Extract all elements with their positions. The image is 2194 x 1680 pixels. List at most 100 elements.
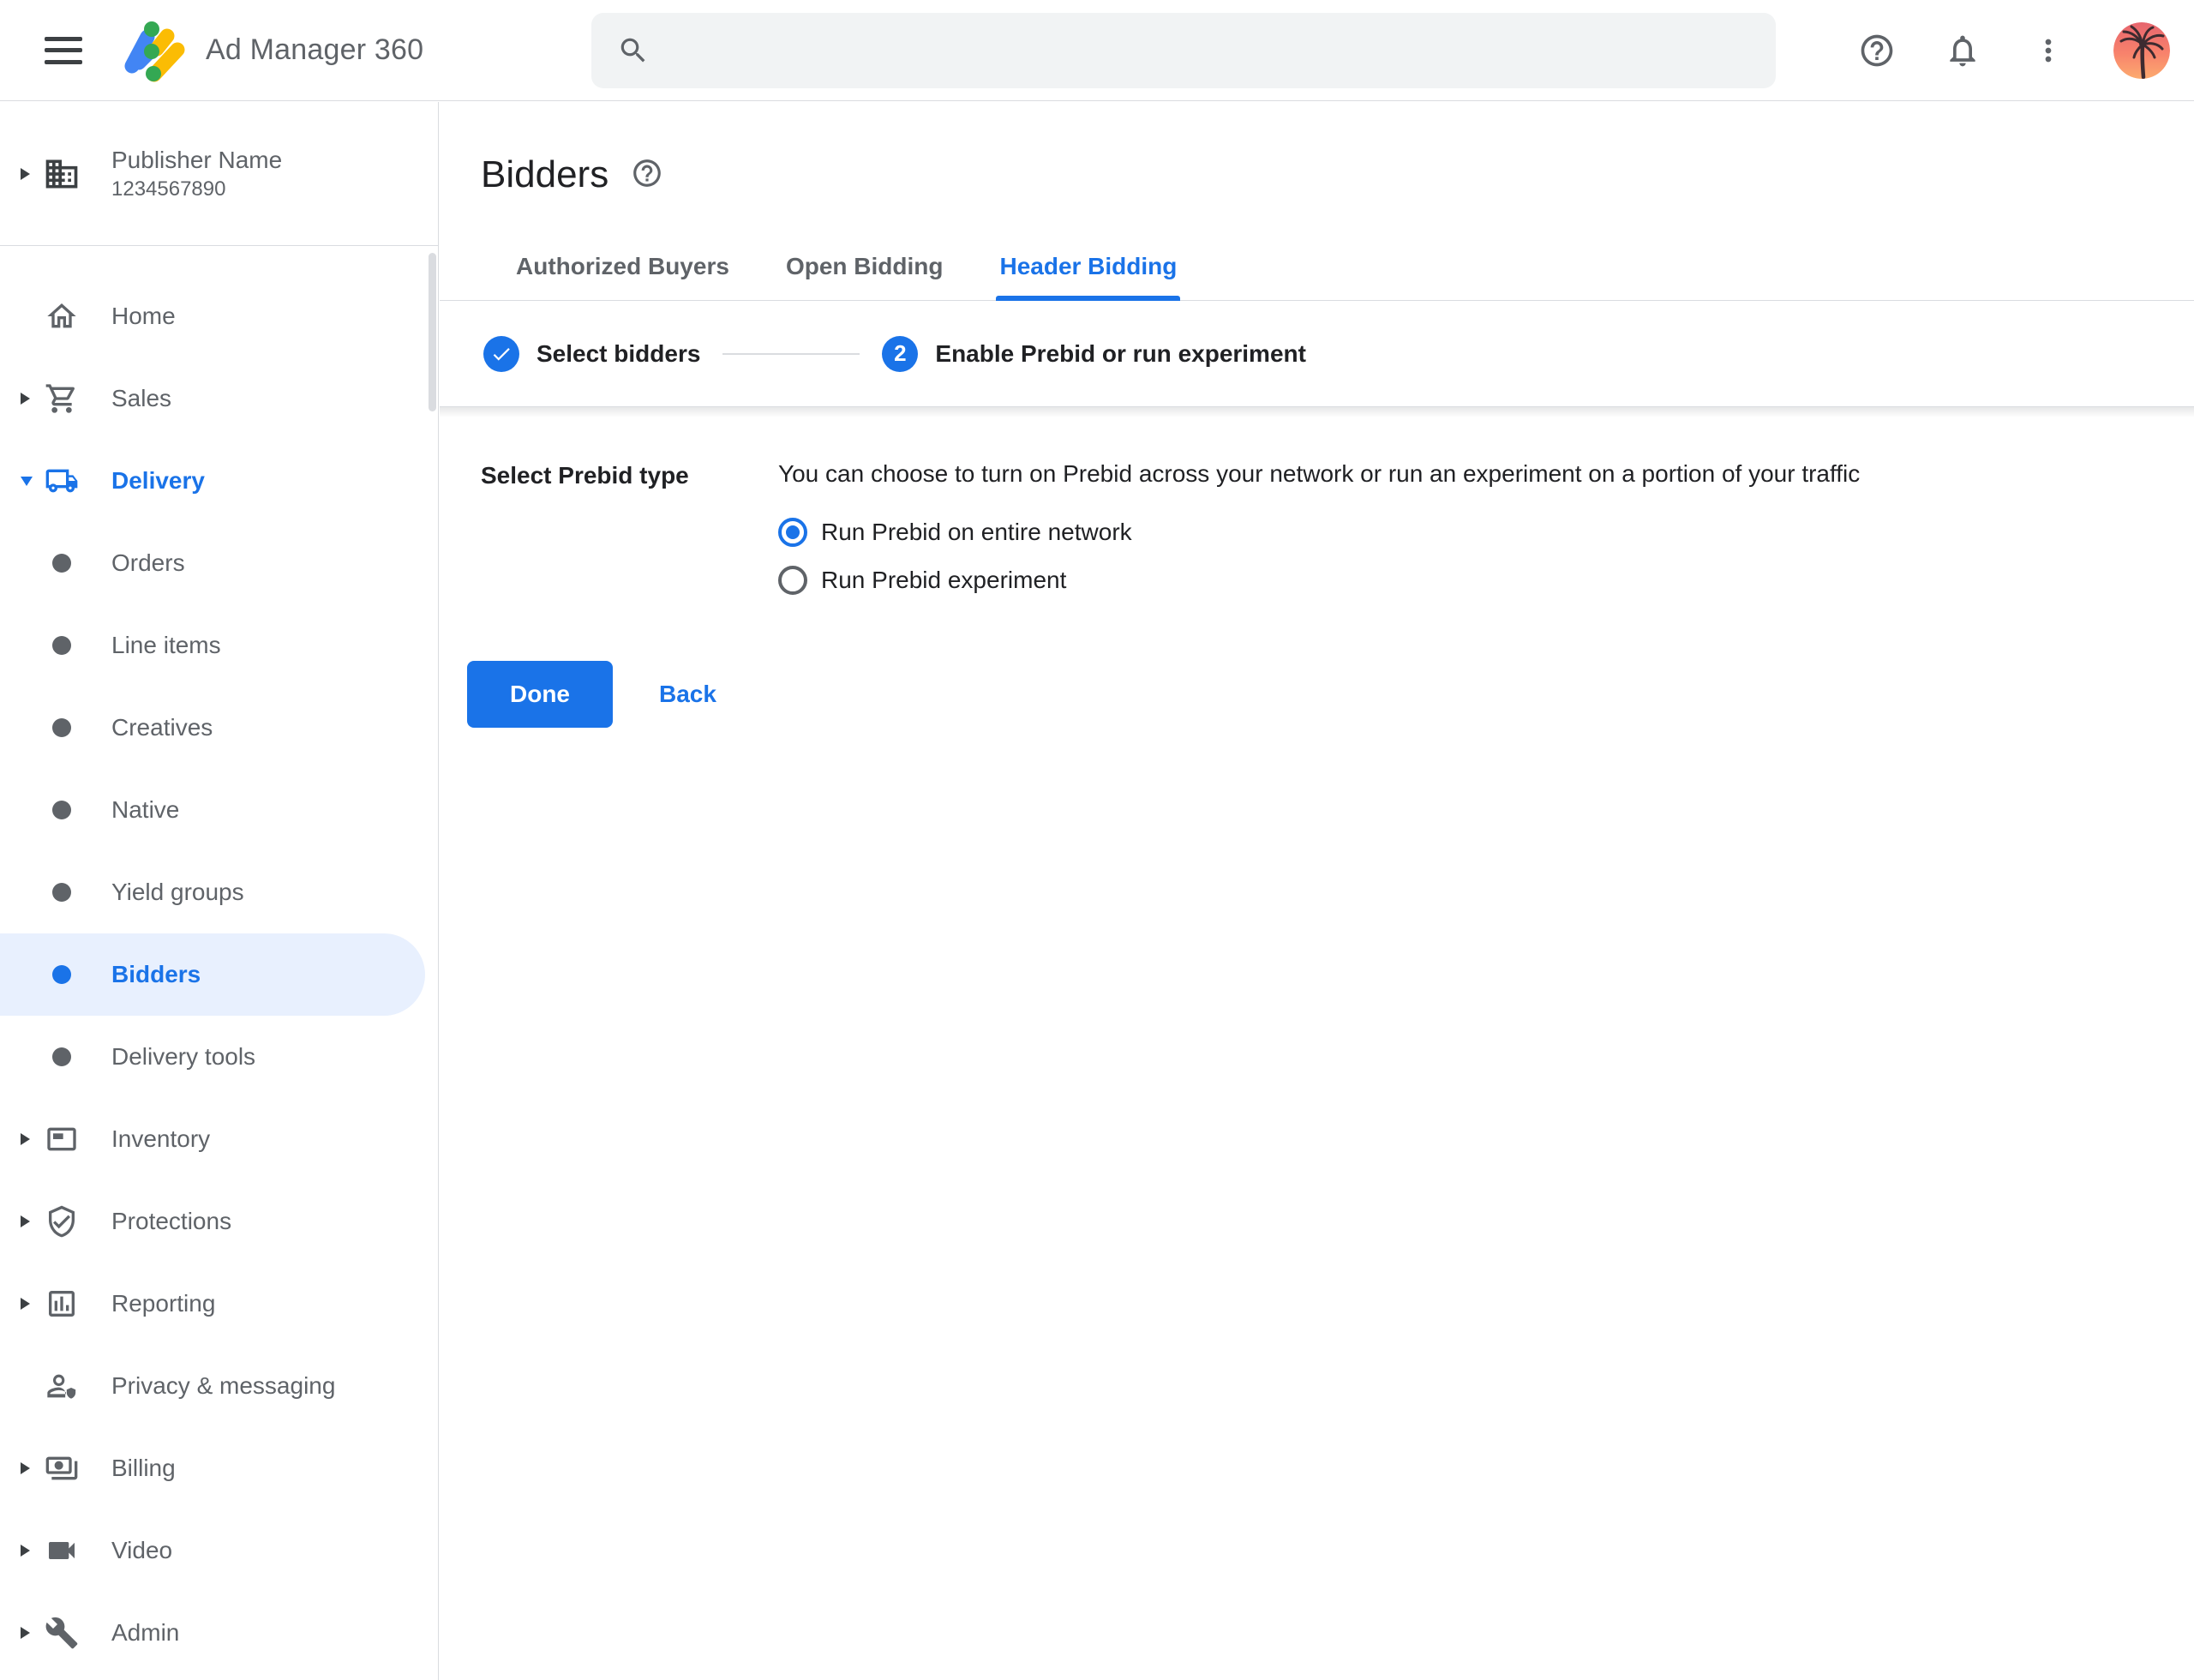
sidebar-item-admin[interactable]: Admin bbox=[0, 1592, 438, 1674]
caret-right-icon bbox=[21, 168, 30, 180]
caret-right-icon bbox=[21, 1215, 30, 1227]
section-label: Select Prebid type bbox=[481, 457, 778, 599]
sidebar-item-line-items[interactable]: Line items bbox=[0, 604, 438, 687]
account-name: Publisher Name bbox=[111, 145, 282, 176]
form-actions: Done Back bbox=[440, 661, 2194, 728]
more-vert-icon[interactable] bbox=[2028, 30, 2069, 71]
menu-icon[interactable] bbox=[45, 37, 82, 64]
sidebar-item-orders[interactable]: Orders bbox=[0, 522, 438, 604]
sidebar-item-yield-groups[interactable]: Yield groups bbox=[0, 851, 438, 933]
sidebar-item-billing[interactable]: Billing bbox=[0, 1427, 438, 1509]
step-1-completed-circle[interactable] bbox=[483, 336, 519, 372]
bullet-icon bbox=[52, 1047, 71, 1066]
sidebar-item-label: Video bbox=[111, 1537, 172, 1564]
account-id: 1234567890 bbox=[111, 176, 282, 203]
sidebar-scrollbar[interactable] bbox=[429, 253, 436, 411]
sidebar-item-privacy-messaging[interactable]: Privacy & messaging bbox=[0, 1345, 438, 1427]
search-icon bbox=[617, 34, 650, 67]
avatar-palm-tree[interactable] bbox=[2113, 22, 2170, 79]
tab-header-bidding[interactable]: Header Bidding bbox=[999, 246, 1177, 301]
sidebar-item-label: Reporting bbox=[111, 1290, 215, 1317]
sidebar-item-label: Sales bbox=[111, 385, 171, 412]
sidebar-item-native[interactable]: Native bbox=[0, 769, 438, 851]
caret-right-icon bbox=[21, 1545, 30, 1557]
back-button[interactable]: Back bbox=[654, 680, 722, 709]
bullet-icon bbox=[52, 883, 71, 902]
wrench-icon bbox=[45, 1616, 79, 1650]
sidebar-item-label: Orders bbox=[111, 549, 185, 577]
stepper: Select bidders 2 Enable Prebid or run ex… bbox=[440, 301, 2194, 407]
sidebar-item-label: Privacy & messaging bbox=[111, 1372, 335, 1400]
radio-option-label: Run Prebid experiment bbox=[821, 567, 1066, 594]
home-icon bbox=[45, 299, 79, 333]
search-bar[interactable] bbox=[591, 13, 1776, 88]
help-icon[interactable] bbox=[1856, 30, 1897, 71]
notifications-icon[interactable] bbox=[1942, 30, 1983, 71]
ad-manager-logo bbox=[111, 9, 194, 92]
sidebar-item-label: Native bbox=[111, 796, 179, 824]
sidebar-item-delivery-tools[interactable]: Delivery tools bbox=[0, 1016, 438, 1098]
sidebar-item-sales[interactable]: Sales bbox=[0, 357, 438, 440]
caret-right-icon bbox=[21, 393, 30, 405]
stepper-divider-shadow bbox=[440, 407, 2194, 417]
report-chart-icon bbox=[45, 1287, 79, 1321]
page-help-icon[interactable] bbox=[631, 157, 663, 194]
sidebar-item-video[interactable]: Video bbox=[0, 1509, 438, 1592]
caret-right-icon bbox=[21, 1462, 30, 1474]
caret-down-icon bbox=[21, 477, 33, 486]
sidebar-nav: Home Sales Delivery Orders Line items Cr… bbox=[0, 246, 438, 1674]
radio-unselected-icon[interactable] bbox=[778, 566, 807, 595]
caret-right-icon bbox=[21, 1627, 30, 1639]
step-2-label[interactable]: Enable Prebid or run experiment bbox=[935, 340, 1306, 368]
app-title: Ad Manager 360 bbox=[206, 33, 423, 67]
tab-authorized-buyers[interactable]: Authorized Buyers bbox=[516, 246, 729, 301]
sidebar-item-label: Admin bbox=[111, 1619, 179, 1647]
caret-right-icon bbox=[21, 1298, 30, 1310]
sidebar-item-delivery[interactable]: Delivery bbox=[0, 440, 438, 522]
sidebar-item-inventory[interactable]: Inventory bbox=[0, 1098, 438, 1180]
radio-selected-icon[interactable] bbox=[778, 518, 807, 547]
shield-check-icon bbox=[45, 1204, 79, 1239]
step-2-circle[interactable]: 2 bbox=[882, 336, 918, 372]
sidebar-item-label: Delivery bbox=[111, 467, 205, 495]
person-shield-icon bbox=[45, 1369, 79, 1403]
bullet-icon bbox=[52, 718, 71, 737]
tab-open-bidding[interactable]: Open Bidding bbox=[786, 246, 944, 301]
bullet-icon bbox=[52, 636, 71, 655]
caret-right-icon bbox=[21, 1133, 30, 1145]
radio-option-entire-network[interactable]: Run Prebid on entire network bbox=[778, 513, 2194, 551]
building-icon bbox=[43, 155, 81, 193]
sidebar-item-label: Creatives bbox=[111, 714, 213, 741]
bullet-icon bbox=[52, 554, 71, 573]
sidebar-item-label: Inventory bbox=[111, 1125, 210, 1153]
main-content: Bidders Authorized Buyers Open Bidding H… bbox=[440, 102, 2194, 1680]
sidebar-item-protections[interactable]: Protections bbox=[0, 1180, 438, 1263]
radio-option-label: Run Prebid on entire network bbox=[821, 519, 1132, 546]
truck-icon bbox=[45, 464, 79, 498]
cart-icon bbox=[45, 381, 79, 416]
page-title: Bidders bbox=[481, 152, 608, 198]
radio-option-experiment[interactable]: Run Prebid experiment bbox=[778, 561, 2194, 599]
sidebar-item-reporting[interactable]: Reporting bbox=[0, 1263, 438, 1345]
sidebar-item-label: Line items bbox=[111, 632, 221, 659]
sidebar-item-bidders[interactable]: Bidders bbox=[0, 933, 425, 1016]
sidebar-item-label: Protections bbox=[111, 1208, 231, 1235]
search-input[interactable] bbox=[670, 35, 1750, 66]
video-camera-icon bbox=[45, 1533, 79, 1568]
sidebar-item-label: Bidders bbox=[111, 961, 201, 988]
bullet-icon bbox=[52, 801, 71, 819]
sidebar-item-creatives[interactable]: Creatives bbox=[0, 687, 438, 769]
billing-icon bbox=[45, 1451, 79, 1485]
account-switcher[interactable]: Publisher Name 1234567890 bbox=[0, 102, 438, 246]
sidebar-item-home[interactable]: Home bbox=[0, 275, 438, 357]
sidebar-item-label: Home bbox=[111, 303, 176, 330]
done-button[interactable]: Done bbox=[467, 661, 613, 728]
sidebar-item-label: Billing bbox=[111, 1455, 176, 1482]
step-1-label[interactable]: Select bidders bbox=[537, 340, 700, 368]
sidebar-item-label: Delivery tools bbox=[111, 1043, 255, 1071]
topbar: Ad Manager 360 bbox=[0, 0, 2194, 101]
sidebar: Publisher Name 1234567890 Home Sales Del… bbox=[0, 102, 439, 1680]
prebid-type-form: Select Prebid type You can choose to tur… bbox=[440, 417, 2194, 599]
section-description: You can choose to turn on Prebid across … bbox=[778, 457, 2194, 491]
bullet-icon bbox=[52, 965, 71, 984]
